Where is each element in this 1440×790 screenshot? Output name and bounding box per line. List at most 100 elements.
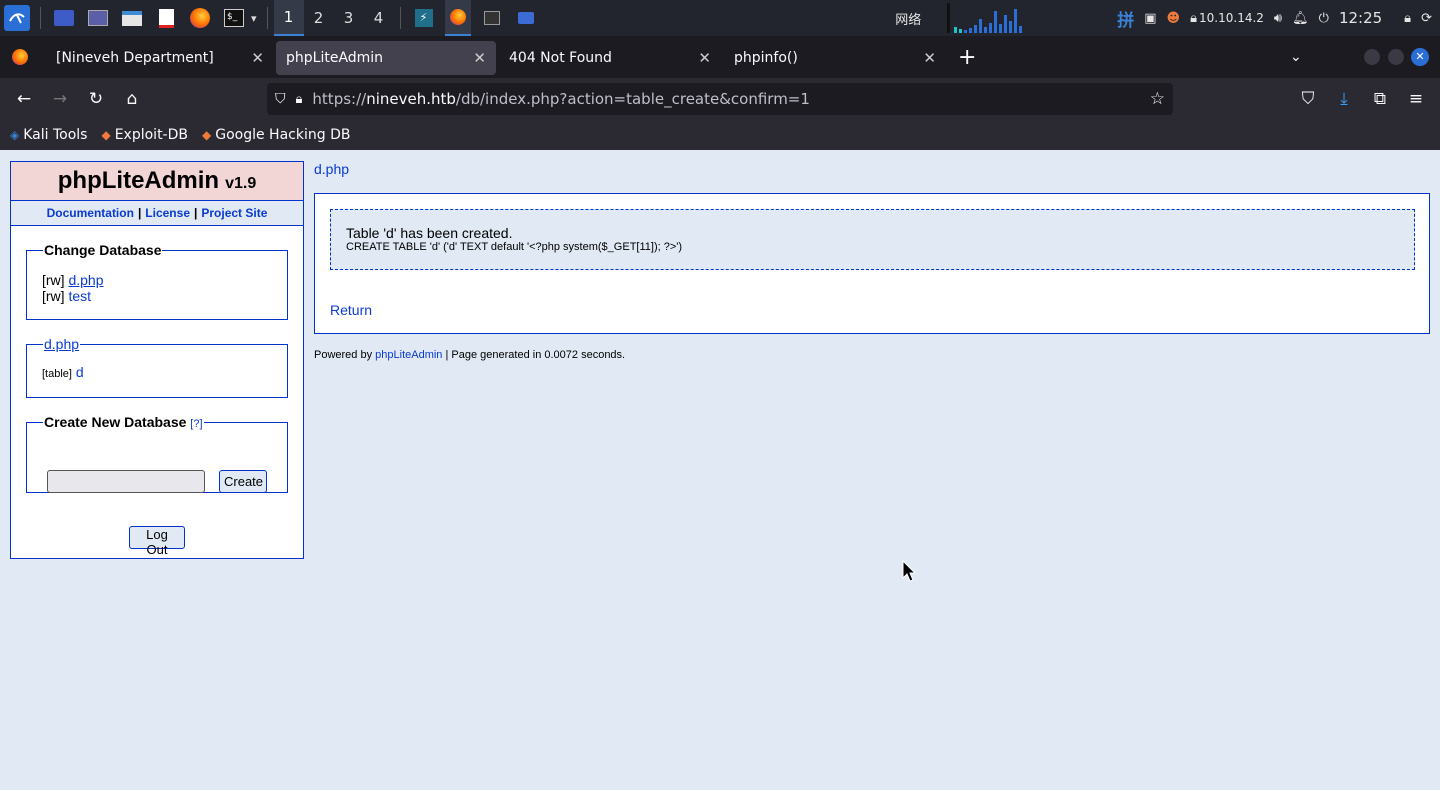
logout-button[interactable]: Log Out (129, 526, 185, 557)
workspace-switcher-icon[interactable] (85, 5, 111, 31)
terminal-launcher-icon[interactable]: $_ (221, 5, 247, 31)
tracking-shield-icon[interactable]: ⛉ (275, 91, 286, 107)
window-firefox-icon[interactable] (444, 0, 471, 36)
license-link[interactable]: License (145, 206, 190, 220)
database-link-test[interactable]: test (68, 288, 91, 304)
tab-nineveh-department[interactable]: [Nineveh Department] ✕ (46, 41, 274, 75)
back-arrow-icon[interactable]: ← (6, 83, 42, 115)
workspace-3[interactable]: 3 (334, 0, 364, 36)
bookmark-label: Google Hacking DB (215, 127, 351, 143)
documentation-link[interactable]: Documentation (47, 206, 134, 220)
home-icon[interactable]: ⌂ (114, 83, 150, 115)
power-manager-icon[interactable]: ⏻ (1319, 11, 1329, 26)
cat-notification-icon[interactable]: ☻ (1167, 11, 1181, 26)
close-icon[interactable]: ✕ (923, 49, 936, 67)
project-site-link[interactable]: Project Site (201, 206, 267, 220)
input-method-indicator[interactable]: 拼 (1117, 6, 1134, 31)
bell-icon[interactable]: 🔔︎ (1292, 11, 1309, 26)
current-database-panel: d.php [table] d (26, 336, 288, 398)
browser-nav-bar: ← → ↻ ⌂ ⛉ 🔒︎ https://nineveh.htb/db/inde… (0, 78, 1440, 120)
table-link-d[interactable]: d (76, 364, 84, 380)
text-editor-icon[interactable] (153, 5, 179, 31)
close-icon[interactable]: ✕ (698, 49, 711, 67)
create-database-button[interactable]: Create (219, 470, 267, 493)
database-link-d-php[interactable]: d.php (68, 272, 103, 288)
help-link[interactable]: [?] (190, 418, 202, 430)
bookmark-exploit-db[interactable]: ◆ Exploit-DB (101, 127, 188, 143)
footer-phpliteadmin-link[interactable]: phpLiteAdmin (375, 349, 442, 361)
clipboard-icon[interactable]: ▣ (1144, 11, 1156, 26)
url-host: nineveh.htb (366, 90, 456, 108)
lock-screen-icon[interactable]: 🔒︎ (1404, 11, 1411, 26)
bookmark-label: Exploit-DB (114, 127, 188, 143)
page-footer: Powered by phpLiteAdmin | Page generated… (314, 349, 625, 361)
bookmark-label: Kali Tools (23, 127, 88, 143)
bookmark-google-hacking-db[interactable]: ◆ Google Hacking DB (202, 127, 350, 143)
create-database-legend: Create New Database (44, 414, 187, 430)
app-version: v1.9 (225, 175, 257, 192)
workspace-1[interactable]: 1 (273, 0, 304, 36)
left-navigation-panel: phpLiteAdmin v1.9 Documentation | Licens… (10, 161, 304, 559)
tab-title: phpLiteAdmin (286, 50, 384, 66)
pocket-icon[interactable]: ⛉ (1290, 83, 1326, 115)
url-bar[interactable]: ⛉ 🔒︎ https://nineveh.htb/db/index.php?ac… (267, 83, 1173, 115)
tab-title: [Nineveh Department] (56, 50, 214, 66)
list-tabs-chevron-icon[interactable]: ⌄ (1290, 49, 1302, 65)
confirmation-box: Table 'd' has been created. CREATE TABLE… (330, 209, 1415, 270)
link-separator: | (137, 206, 142, 220)
window-terminal-icon[interactable] (479, 5, 505, 31)
return-link[interactable]: Return (330, 302, 372, 318)
reload-icon[interactable]: ↻ (78, 83, 114, 115)
url-path: /db/index.php?action=table_create&confir… (455, 90, 810, 108)
workspace-2[interactable]: 2 (304, 0, 334, 36)
table-item: [table] d (42, 364, 287, 380)
page-content: phpLiteAdmin v1.9 Documentation | Licens… (0, 150, 1440, 790)
network-label: 网络 (895, 12, 922, 28)
url-prefix: https:// (312, 90, 367, 108)
bookmark-kali-tools[interactable]: ◈ Kali Tools (10, 127, 87, 143)
hamburger-menu-icon[interactable]: ≡ (1398, 83, 1434, 115)
new-tab-icon[interactable]: + (958, 45, 976, 70)
tab-title: 404 Not Found (509, 50, 612, 66)
app-links: Documentation | License | Project Site (11, 201, 303, 226)
downloads-icon[interactable]: ⤓ (1326, 83, 1362, 115)
window-minimize-icon[interactable] (1364, 49, 1380, 65)
breadcrumb[interactable]: d.php (314, 161, 349, 177)
show-desktop-icon[interactable] (51, 5, 77, 31)
extensions-icon[interactable]: ⧉ (1362, 83, 1398, 115)
sql-statement: CREATE TABLE 'd' ('d' TEXT default '<?ph… (346, 241, 683, 253)
tab-phpinfo[interactable]: phpinfo() ✕ (724, 41, 946, 75)
vpn-ip: 10.10.14.2 (1199, 11, 1264, 25)
close-icon[interactable]: ✕ (251, 49, 264, 67)
tab-phpliteadmin[interactable]: phpLiteAdmin ✕ (276, 41, 496, 75)
current-database-link[interactable]: d.php (44, 336, 79, 352)
site-lock-icon[interactable]: 🔒︎ (296, 92, 303, 107)
new-database-name-input[interactable] (47, 470, 205, 493)
close-icon[interactable]: ✕ (473, 49, 486, 67)
window-files-icon[interactable] (513, 5, 539, 31)
window-close-icon[interactable]: ✕ (1411, 48, 1429, 66)
file-manager-icon[interactable] (119, 5, 145, 31)
volume-icon[interactable]: 🔊︎ (1274, 11, 1282, 26)
logout-icon[interactable]: ⟳ (1421, 11, 1432, 26)
kali-menu-icon[interactable] (4, 5, 30, 31)
create-database-panel: Create New Database [?] Create (26, 414, 288, 493)
window-burp-icon[interactable]: ⚡ (411, 5, 437, 31)
tab-title: phpinfo() (734, 50, 798, 66)
link-separator: | (194, 206, 198, 220)
vpn-lock-icon: 🔒︎ (1190, 10, 1198, 26)
ghdb-icon: ◆ (202, 128, 212, 142)
tab-404-not-found[interactable]: 404 Not Found ✕ (499, 41, 721, 75)
db-permission: [rw] (42, 272, 65, 288)
bookmark-star-icon[interactable]: ☆ (1150, 89, 1165, 109)
workspace-4[interactable]: 4 (364, 0, 394, 36)
footer-text: Powered by (314, 349, 373, 361)
firefox-launcher-icon[interactable] (187, 5, 213, 31)
forward-arrow-icon[interactable]: → (42, 83, 78, 115)
window-maximize-icon[interactable] (1388, 49, 1404, 65)
firefox-view-icon[interactable] (0, 49, 40, 65)
chevron-down-icon[interactable]: ▾ (251, 12, 257, 25)
clock[interactable]: 12:25 (1339, 9, 1382, 27)
main-panel: Table 'd' has been created. CREATE TABLE… (314, 193, 1430, 334)
database-item: [rw] test (42, 288, 287, 304)
